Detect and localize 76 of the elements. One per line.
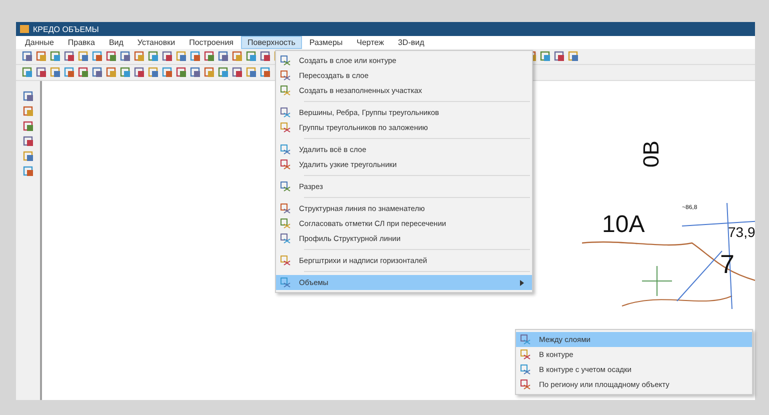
menu-item-icon: [280, 181, 291, 192]
menu-bar-item[interactable]: Установки: [130, 36, 182, 49]
menu-bar-item[interactable]: Построения: [182, 36, 241, 49]
menu-bar-item[interactable]: Данные: [18, 36, 61, 49]
tool-icon[interactable]: [148, 67, 159, 78]
menu-item-icon: [280, 203, 291, 214]
menu-item-icon: [280, 159, 291, 170]
tool-icon[interactable]: [176, 67, 187, 78]
tool-icon[interactable]: [162, 51, 173, 62]
tool-icon[interactable]: [64, 51, 75, 62]
menu-item-icon: [520, 364, 531, 375]
tool-icon[interactable]: [22, 91, 34, 102]
menu-item-icon: [280, 218, 291, 229]
tool-icon[interactable]: [554, 51, 565, 62]
menu-bar-item[interactable]: Вид: [102, 36, 130, 49]
tool-icon[interactable]: [190, 51, 201, 62]
menu-bar-item[interactable]: Чертеж: [350, 36, 391, 49]
tool-icon[interactable]: [190, 67, 201, 78]
tool-icon[interactable]: [120, 51, 131, 62]
menu-bar-item[interactable]: Поверхность: [240, 36, 302, 49]
tool-icon[interactable]: [246, 67, 257, 78]
tool-icon[interactable]: [540, 51, 551, 62]
tool-icon[interactable]: [204, 51, 215, 62]
map-label: 0В: [640, 140, 662, 168]
tool-icon[interactable]: [148, 51, 159, 62]
menu-item-icon: [520, 334, 531, 345]
tool-icon[interactable]: [162, 67, 173, 78]
tool-icon[interactable]: [232, 51, 243, 62]
menu-item-icon: [280, 70, 291, 81]
tool-icon[interactable]: [22, 151, 34, 162]
app-logo-icon: [20, 25, 29, 33]
tool-icon[interactable]: [78, 51, 89, 62]
tool-icon[interactable]: [568, 51, 579, 62]
menu-item-icon: [520, 349, 531, 360]
menu-item-icon: [280, 277, 291, 288]
menu-item-icon: [520, 379, 531, 390]
tool-icon[interactable]: [260, 67, 271, 78]
tool-icon[interactable]: [204, 67, 215, 78]
tool-icon[interactable]: [22, 136, 34, 147]
menu-item-icon: [280, 144, 291, 155]
map-label: 73,9: [728, 225, 755, 239]
tool-icon[interactable]: [106, 51, 117, 62]
tool-icon[interactable]: [50, 67, 61, 78]
menu-item-icon: [280, 85, 291, 96]
menu-bar-item[interactable]: Правка: [60, 36, 102, 49]
tool-icon[interactable]: [64, 67, 75, 78]
menu-item-icon: [280, 122, 291, 133]
tool-icon[interactable]: [92, 51, 103, 62]
tool-icon[interactable]: [36, 67, 47, 78]
menu-item-icon: [280, 55, 291, 66]
tool-icon[interactable]: [78, 67, 89, 78]
tool-icon[interactable]: [36, 51, 47, 62]
tool-icon[interactable]: [92, 67, 103, 78]
menu-bar-item[interactable]: 3D-вид: [390, 36, 432, 49]
tool-icon[interactable]: [50, 51, 61, 62]
tool-icon[interactable]: [22, 166, 34, 177]
tool-icon[interactable]: [134, 67, 145, 78]
menu-item-icon: [280, 107, 291, 118]
menu-bar-item[interactable]: Размеры: [302, 36, 350, 49]
tool-icon[interactable]: [218, 51, 229, 62]
menu-item-icon: [280, 233, 291, 244]
window-title: КРЕДО ОБЪЕМЫ: [33, 24, 99, 34]
tool-icon[interactable]: [246, 51, 257, 62]
tool-icon[interactable]: [120, 67, 131, 78]
tool-icon[interactable]: [22, 51, 33, 62]
tool-icon[interactable]: [176, 51, 187, 62]
tool-icon[interactable]: [22, 121, 34, 132]
tool-icon[interactable]: [232, 67, 243, 78]
tool-icon[interactable]: [260, 51, 271, 62]
map-label: 10А: [602, 213, 645, 237]
tool-icon[interactable]: [134, 51, 145, 62]
menu-item-icon: [280, 255, 291, 266]
tool-icon[interactable]: [106, 67, 117, 78]
tool-icon[interactable]: [218, 67, 229, 78]
tool-icon[interactable]: [22, 67, 33, 78]
tool-icon[interactable]: [22, 106, 34, 117]
